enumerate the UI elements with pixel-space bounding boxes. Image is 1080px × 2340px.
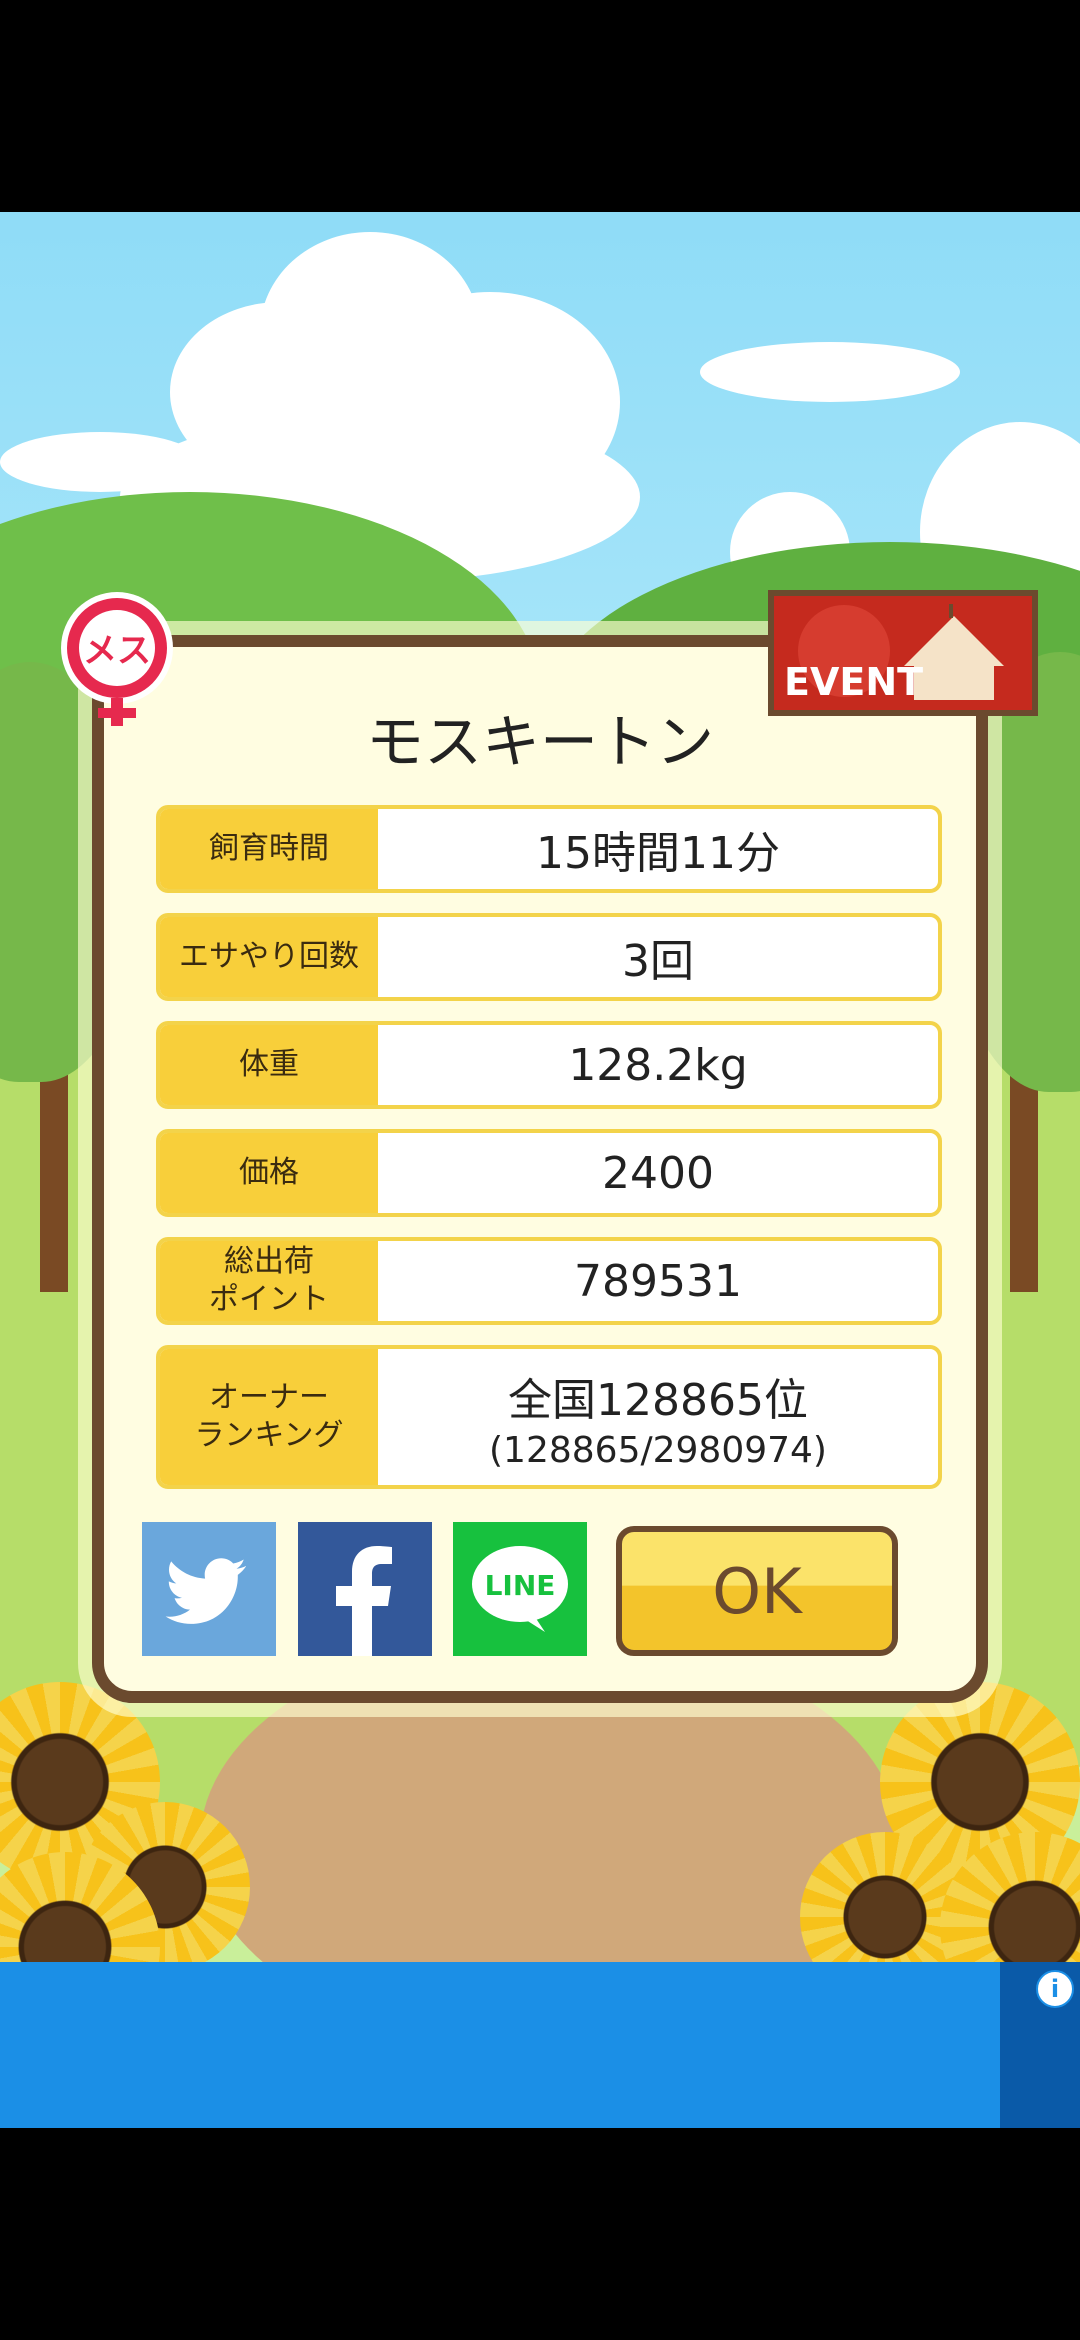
ok-button[interactable]: OK [616,1526,898,1656]
row-label: オーナー ランキング [160,1349,378,1485]
row-breeding-time: 飼育時間 15時間11分 [156,805,942,893]
line-share-button[interactable]: LINE [453,1522,587,1656]
row-label: 総出荷 ポイント [160,1241,378,1321]
row-value: 128.2kg [568,1039,748,1091]
facebook-icon [336,1546,392,1656]
line-text: LINE [485,1569,556,1602]
event-label: EVENT [784,660,924,704]
row-owner-ranking: オーナー ランキング 全国128865位 (128865/2980974) [156,1345,942,1489]
row-label: 飼育時間 [160,809,378,889]
row-label: エサやり回数 [160,917,378,997]
line-icon: LINE [472,1546,568,1632]
ad-banner[interactable]: i [0,1962,1080,2128]
row-price: 価格 2400 [156,1129,942,1217]
status-bar [0,0,1080,212]
row-label: 価格 [160,1133,378,1213]
row-shipping-points: 総出荷 ポイント 789531 [156,1237,942,1325]
row-subvalue: (128865/2980974) [489,1429,827,1471]
twitter-share-button[interactable] [142,1522,276,1656]
twitter-icon [165,1558,246,1624]
row-value: 全国128865位 [508,1374,808,1426]
event-button[interactable]: EVENT [768,590,1038,716]
row-value: 789531 [574,1255,742,1307]
row-feed-count: エサやり回数 3回 [156,913,942,1001]
row-value: 3回 [622,936,694,987]
row-value: 15時間11分 [536,828,780,879]
gender-label: メス [83,631,151,671]
row-weight: 体重 128.2kg [156,1021,942,1109]
ad-info-icon[interactable]: i [1036,1970,1074,2008]
navigation-bar [0,2128,1080,2340]
status-dialog: モスキートン 飼育時間 15時間11分 エサやり回数 3回 体重 128.2kg… [92,635,988,1703]
female-badge-icon: メス [52,590,182,730]
row-label: 体重 [160,1025,378,1105]
row-value: 2400 [602,1147,714,1199]
facebook-share-button[interactable] [298,1522,432,1656]
